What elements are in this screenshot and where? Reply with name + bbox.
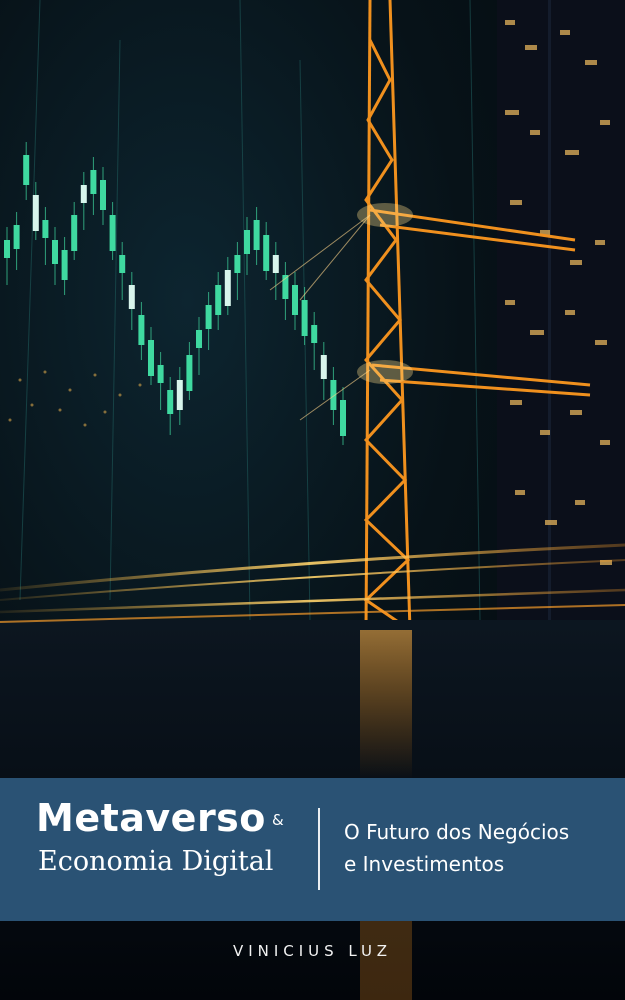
candle-body (224, 270, 231, 306)
candle-body (128, 285, 135, 309)
candle-body (340, 400, 346, 436)
candle-body (109, 215, 116, 251)
book-subtitle: Economia Digital (38, 846, 274, 877)
candle-body (186, 355, 193, 391)
book-cover: Metaverso & Economia Digital O Futuro do… (0, 0, 625, 1000)
candle-body (4, 240, 10, 258)
tagline-line-2: e Investimentos (344, 852, 505, 876)
candle-body (42, 220, 49, 238)
candle-body (52, 240, 58, 264)
candle-body (311, 325, 318, 343)
candle-body (32, 195, 39, 231)
candle-body (215, 285, 222, 315)
candle-body (90, 170, 97, 194)
candle-body (13, 225, 20, 249)
title-ampersand: & (272, 811, 284, 829)
title-divider (318, 808, 320, 890)
city-lights (8, 370, 142, 427)
candle-body (148, 340, 154, 376)
candle-body (61, 250, 68, 280)
candle-body (253, 220, 260, 250)
candle-body (23, 155, 30, 185)
candle-body (71, 215, 78, 251)
candle-body (263, 235, 270, 271)
candle-body (138, 315, 145, 345)
candle-body (176, 380, 183, 410)
candle-body (157, 365, 164, 383)
skyscraper (497, 0, 625, 620)
candle-body (119, 255, 126, 273)
title-band: Metaverso & Economia Digital O Futuro do… (0, 778, 625, 921)
light-threads (19, 0, 481, 621)
candle-body (272, 255, 279, 273)
candlestick-chart (4, 142, 346, 445)
book-title: Metaverso (36, 796, 266, 840)
candle-body (234, 255, 241, 273)
candle-body (167, 390, 174, 414)
candle-body (244, 230, 250, 254)
candle-body (196, 330, 202, 348)
candle-body (292, 285, 298, 315)
candle-body (100, 180, 106, 210)
author-name: VINICIUS LUZ (232, 942, 393, 960)
book-tagline: O Futuro dos Negócios e Investimentos (344, 816, 569, 880)
candle-body (205, 305, 212, 329)
candle-body (80, 185, 87, 203)
tagline-line-1: O Futuro dos Negócios (344, 820, 570, 844)
candle-body (320, 355, 327, 379)
candle-body (301, 300, 308, 336)
